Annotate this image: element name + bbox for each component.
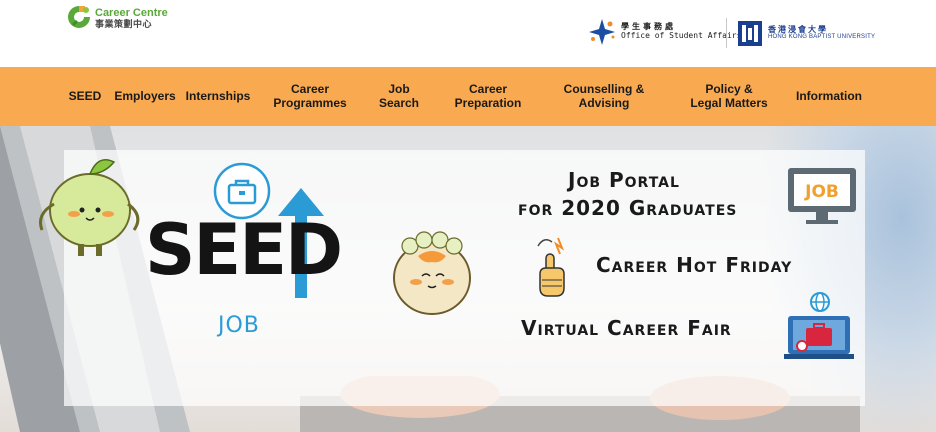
- site-header: Career Centre 事業策劃中心 學生事務處 Office of Stu…: [0, 0, 936, 67]
- job-monitor-icon: JOB: [788, 168, 856, 224]
- seed-logo-sub: JOB: [218, 313, 260, 338]
- nav-item-internships[interactable]: Internships: [184, 67, 252, 126]
- hkbu-name-zh: 香港浸會大學: [768, 24, 828, 34]
- nav-item-employers[interactable]: Employers: [112, 67, 178, 126]
- career-centre-logo[interactable]: Career Centre 事業策劃中心: [66, 4, 206, 38]
- osa-star-icon: [589, 19, 615, 45]
- nav-item-policy-legal[interactable]: Policy & Legal Matters: [688, 67, 770, 126]
- nav-item-information[interactable]: Information: [794, 67, 864, 126]
- seed-logo-word: SEED: [145, 209, 343, 291]
- hkbu-crest-icon: [738, 21, 762, 46]
- finger-icon: [537, 237, 565, 297]
- job-monitor-label: JOB: [804, 182, 839, 202]
- job-portal-line1[interactable]: Job Portal: [568, 168, 680, 192]
- osa-logo[interactable]: 學生事務處 Office of Student Affairs: [587, 14, 741, 50]
- nav-item-career-programmes[interactable]: Career Programmes: [268, 67, 352, 126]
- career-centre-name-en: Career Centre: [95, 7, 168, 19]
- career-centre-name-zh: 事業策劃中心: [95, 20, 153, 30]
- nav-item-seed[interactable]: SEED: [62, 67, 108, 126]
- nav-item-job-search[interactable]: Job Search: [374, 67, 424, 126]
- hkbu-name-en: HONG KONG BAPTIST UNIVERSITY: [768, 34, 876, 41]
- nav-item-career-preparation[interactable]: Career Preparation: [452, 67, 524, 126]
- header-divider: [726, 18, 727, 48]
- job-portal-line2[interactable]: for 2020 Graduates: [518, 196, 737, 220]
- mascot-icon: [39, 159, 140, 256]
- career-hot-friday[interactable]: Career Hot Friday: [596, 253, 792, 277]
- osa-name-en: Office of Student Affairs: [621, 31, 742, 40]
- career-centre-logo-icon: [68, 6, 90, 28]
- main-nav: SEED Employers Internships Career Progra…: [0, 67, 936, 126]
- laptop-briefcase-icon: [784, 292, 854, 359]
- nav-item-counselling-advising[interactable]: Counselling & Advising: [562, 67, 646, 126]
- mascot-icon: [393, 231, 471, 315]
- hkbu-logo[interactable]: 香港浸會大學 HONG KONG BAPTIST UNIVERSITY: [737, 15, 875, 51]
- virtual-career-fair[interactable]: Virtual Career Fair: [521, 316, 732, 340]
